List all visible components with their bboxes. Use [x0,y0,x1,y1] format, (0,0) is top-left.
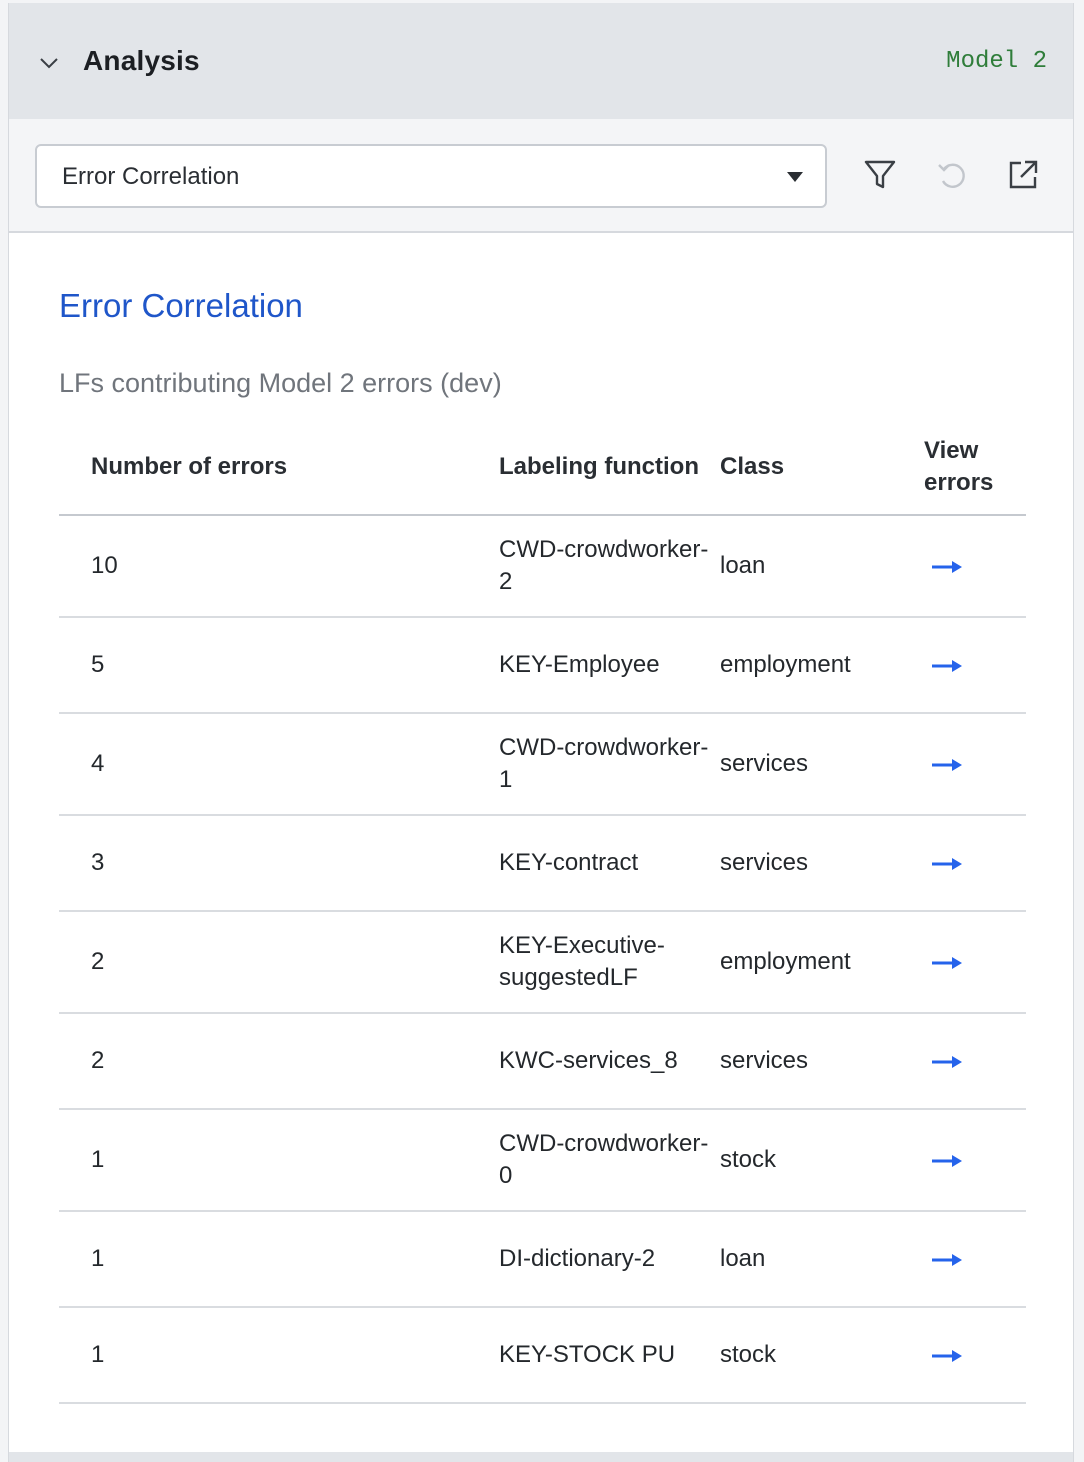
arrow-right-icon [932,659,962,672]
filter-icon[interactable] [862,157,898,193]
arrow-right-icon [932,1349,962,1362]
section-subtitle: LFs contributing Model 2 errors (dev) [59,368,502,398]
view-errors-button[interactable] [924,713,1026,816]
view-errors-button[interactable] [924,515,1026,618]
table-row: 2 KEY-Executive-suggestedLF employment [59,911,1026,1014]
labeling-function: CWD-crowdworker-0 [499,1109,720,1212]
labeling-function: KEY-Executive-suggestedLF [499,911,720,1014]
view-select-value: Error Correlation [62,163,240,190]
table-row: 3 KEY-contract services [59,815,1026,912]
bottom-bar [9,1452,1073,1462]
error-count: 3 [59,815,499,912]
table-row: 4 CWD-crowdworker-1 services [59,713,1026,816]
panel-header[interactable]: Analysis Model 2 [9,3,1073,119]
table-row: 1 CWD-crowdworker-0 stock [59,1109,1026,1212]
class-label: loan [720,1211,924,1308]
error-count: 2 [59,911,499,1014]
class-label: employment [720,911,924,1014]
arrow-right-icon [932,1055,962,1068]
section-title: Error Correlation [59,287,303,324]
table-row: 10 CWD-crowdworker-2 loan [59,515,1026,618]
analysis-panel: Analysis Model 2 Error Correlation Error… [8,3,1074,1462]
labeling-function: KEY-Employee [499,617,720,714]
open-external-icon[interactable] [1005,157,1041,193]
view-errors-button[interactable] [924,815,1026,912]
view-select[interactable]: Error Correlation [35,144,827,208]
labeling-function: DI-dictionary-2 [499,1211,720,1308]
labeling-function: CWD-crowdworker-1 [499,713,720,816]
column-header-view-errors: View errors [924,425,1026,516]
table-body: 10 CWD-crowdworker-2 loan 5 KEY-Employee… [59,515,1026,1404]
error-count: 5 [59,617,499,714]
lf-errors-table: Number of errors Labeling function Class… [59,425,1026,1404]
chevron-down-icon[interactable] [37,51,61,75]
error-count: 4 [59,713,499,816]
arrow-right-icon [932,956,962,969]
column-header-number-of-errors[interactable]: Number of errors [59,425,499,516]
labeling-function: CWD-crowdworker-2 [499,515,720,618]
class-label: services [720,815,924,912]
table-header-row: Number of errors Labeling function Class… [59,425,1026,516]
view-errors-button[interactable] [924,911,1026,1014]
arrow-right-icon [932,758,962,771]
class-label: services [720,1013,924,1110]
toolbar: Error Correlation [9,119,1073,233]
arrow-right-icon [932,560,962,573]
labeling-function: KEY-STOCK PU [499,1307,720,1404]
view-errors-button[interactable] [924,1307,1026,1404]
caret-down-icon [787,172,803,182]
arrow-right-icon [932,1253,962,1266]
error-count: 10 [59,515,499,618]
error-count: 1 [59,1307,499,1404]
class-label: loan [720,515,924,618]
table-row: 5 KEY-Employee employment [59,617,1026,714]
error-count: 1 [59,1109,499,1212]
labeling-function: KEY-contract [499,815,720,912]
class-label: employment [720,617,924,714]
labeling-function: KWC-services_8 [499,1013,720,1110]
view-errors-button[interactable] [924,1013,1026,1110]
view-errors-button[interactable] [924,1109,1026,1212]
panel-title: Analysis [83,45,200,76]
column-header-labeling-function[interactable]: Labeling function [499,425,720,516]
undo-icon[interactable] [934,157,970,193]
error-count: 2 [59,1013,499,1110]
table-row: 2 KWC-services_8 services [59,1013,1026,1110]
arrow-right-icon [932,857,962,870]
view-errors-button[interactable] [924,617,1026,714]
view-errors-button[interactable] [924,1211,1026,1308]
table-row: 1 DI-dictionary-2 loan [59,1211,1026,1308]
table-row: 1 KEY-STOCK PU stock [59,1307,1026,1404]
error-count: 1 [59,1211,499,1308]
column-header-class[interactable]: Class [720,425,924,516]
model-tag: Model 2 [946,48,1047,75]
arrow-right-icon [932,1154,962,1167]
class-label: stock [720,1109,924,1212]
class-label: services [720,713,924,816]
class-label: stock [720,1307,924,1404]
